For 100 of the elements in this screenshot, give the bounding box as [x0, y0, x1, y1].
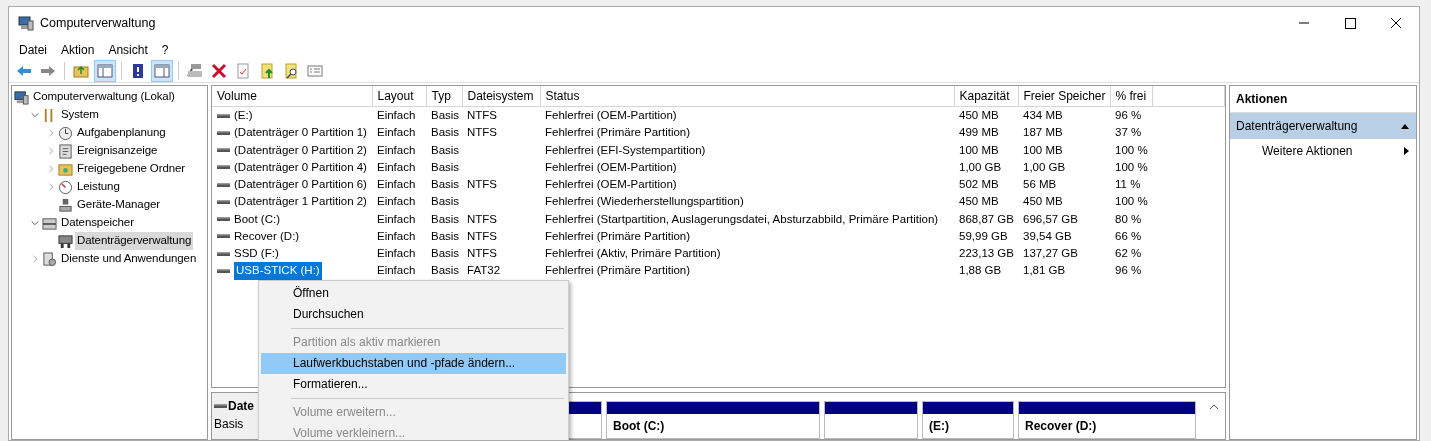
- menu-item[interactable]: Formatieren...: [261, 374, 566, 395]
- expand-chevron-icon[interactable]: [46, 181, 56, 193]
- table-cell: Basis: [431, 143, 460, 156]
- drive-icon: [214, 404, 227, 408]
- tree-item[interactable]: Computerverwaltung (Lokal): [31, 88, 177, 106]
- table-cell: Basis: [431, 264, 460, 277]
- action-item[interactable]: Weitere Aktionen: [1230, 139, 1416, 163]
- column-header[interactable]: Freier Speicher: [1018, 86, 1110, 107]
- tree-item[interactable]: Aufgabenplanung: [75, 124, 168, 142]
- expand-chevron-icon[interactable]: [46, 127, 56, 139]
- menu-item[interactable]: Laufwerkbuchstaben und -pfade ändern...: [261, 353, 566, 374]
- tree-item[interactable]: System: [59, 106, 101, 124]
- table-cell: Basis: [431, 178, 460, 190]
- menu-item[interactable]: Datei: [19, 41, 47, 57]
- disk-name: Date: [228, 398, 254, 415]
- table-cell: 100 MB: [1023, 143, 1063, 156]
- table-cell[interactable]: USB-STICK (H:): [234, 262, 322, 280]
- column-header[interactable]: Typ: [426, 86, 462, 107]
- table-cell: 62 %: [1115, 247, 1142, 259]
- table-cell[interactable]: (Datenträger 1 Partition 2): [234, 193, 367, 211]
- table-cell[interactable]: (E:): [234, 107, 253, 125]
- tree-item[interactable]: Freigegebene Ordner: [75, 160, 188, 178]
- table-cell: 59,99 GB: [959, 229, 1008, 242]
- tree-item[interactable]: Ereignisanzeige: [75, 142, 160, 160]
- table-cell: NTFS: [467, 229, 498, 242]
- drive-icon: [217, 165, 230, 170]
- computer-management-icon: [18, 15, 34, 31]
- expand-chevron-icon[interactable]: [46, 145, 56, 157]
- drive-icon: [217, 148, 230, 153]
- submenu-arrow-icon: [1402, 146, 1410, 156]
- partition-label: (E:): [928, 418, 950, 435]
- table-cell: NTFS: [467, 109, 498, 121]
- table-cell: 1,88 GB: [959, 264, 1002, 277]
- drive-icon: [217, 234, 230, 239]
- table-cell: 66 %: [1115, 229, 1142, 242]
- menu-item[interactable]: Ansicht: [108, 41, 148, 57]
- column-header[interactable]: Status: [540, 86, 954, 107]
- table-cell: 868,87 GB: [959, 212, 1014, 225]
- menu-item[interactable]: Aktion: [61, 41, 95, 57]
- column-header[interactable]: Volume: [212, 86, 372, 107]
- table-cell: 11 %: [1115, 178, 1141, 190]
- drive-icon: [217, 251, 230, 256]
- services-icon: [42, 251, 57, 267]
- table-cell: 450 MB: [959, 109, 999, 121]
- table-cell[interactable]: Boot (C:): [234, 210, 280, 228]
- document-search-icon: [283, 62, 299, 79]
- table-cell: Basis: [431, 109, 460, 121]
- partition-block[interactable]: [824, 401, 918, 439]
- table-cell: 100 %: [1115, 160, 1148, 173]
- table-cell: NTFS: [467, 178, 498, 190]
- expand-chevron-icon[interactable]: [46, 163, 56, 175]
- table-cell: 1,00 GB: [1023, 160, 1066, 173]
- table-cell: Fehlerfrei (Startpartition, Auslagerungsdatei, Absturzabbild, Primäre Partition): [545, 212, 939, 225]
- table-cell: Einfach: [377, 195, 416, 208]
- table-cell: NTFS: [467, 212, 498, 225]
- table-cell: Fehlerfrei (Wiederherstellungspartition): [545, 195, 744, 208]
- table-cell: Einfach: [377, 178, 416, 190]
- table-cell: NTFS: [467, 247, 498, 259]
- window-title: Computerverwaltung: [40, 14, 156, 32]
- pane-icon: [154, 62, 170, 79]
- partition-block[interactable]: Boot (C:): [606, 401, 820, 439]
- tree-item[interactable]: Datenspeicher: [59, 214, 136, 232]
- table-cell[interactable]: (Datenträger 0 Partition 1): [234, 124, 367, 142]
- checklist-icon: [235, 62, 251, 79]
- menu-item[interactable]: Durchsuchen: [261, 304, 566, 325]
- actions-section-header[interactable]: Datenträgerverwaltung: [1230, 113, 1416, 139]
- table-cell: Fehlerfrei (EFI-Systempartition): [545, 143, 706, 156]
- storage-icon: [42, 215, 57, 231]
- partition-block[interactable]: (E:): [922, 401, 1014, 439]
- tree-item[interactable]: Geräte-Manager: [75, 196, 162, 214]
- table-cell: 499 MB: [959, 126, 999, 139]
- table-cell: 37 %: [1115, 126, 1142, 139]
- tree-item[interactable]: Datenträgerverwaltung: [75, 232, 194, 250]
- table-cell: Einfach: [377, 126, 416, 139]
- table-cell: 1,00 GB: [959, 160, 1002, 173]
- table-cell: Basis: [431, 126, 460, 139]
- table-cell: 96 %: [1115, 109, 1142, 121]
- table-cell: 80 %: [1115, 212, 1142, 225]
- table-cell: Einfach: [377, 143, 416, 156]
- clock-icon: [58, 125, 73, 141]
- column-header[interactable]: % frei: [1110, 86, 1152, 107]
- table-cell: Einfach: [377, 160, 416, 173]
- menu-item[interactable]: Öffnen: [261, 283, 566, 304]
- table-cell[interactable]: Recover (D:): [234, 227, 300, 245]
- drive-icon: [217, 182, 230, 187]
- table-cell: Fehlerfrei (OEM-Partition): [545, 178, 677, 190]
- partition-block[interactable]: Recover (D:): [1018, 401, 1196, 439]
- menu-item[interactable]: ?: [161, 41, 169, 57]
- column-header[interactable]: Dateisystem: [462, 86, 540, 107]
- expand-chevron-icon[interactable]: [30, 253, 40, 265]
- table-cell[interactable]: (Datenträger 0 Partition 2): [234, 141, 367, 159]
- tree-item[interactable]: Leistung: [75, 178, 122, 196]
- column-header[interactable]: Kapazität: [954, 86, 1018, 107]
- tree-item[interactable]: Dienste und Anwendungen: [59, 250, 199, 268]
- table-cell[interactable]: SSD (F:): [234, 245, 279, 263]
- table-cell: 39,54 GB: [1023, 229, 1072, 242]
- table-cell: 1,81 GB: [1023, 264, 1066, 277]
- column-header[interactable]: Layout: [372, 86, 426, 107]
- table-cell[interactable]: (Datenträger 0 Partition 6): [234, 176, 367, 194]
- table-cell[interactable]: (Datenträger 0 Partition 4): [234, 158, 367, 176]
